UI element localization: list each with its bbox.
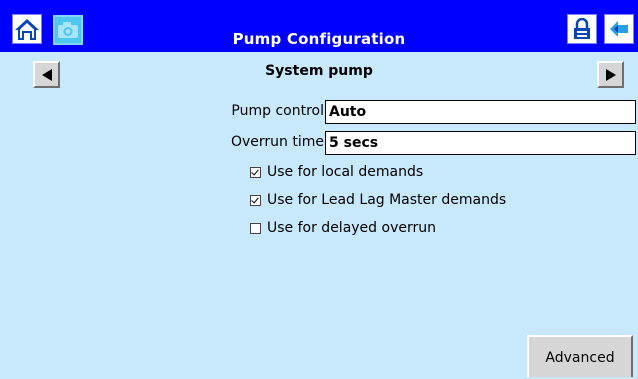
- back-button[interactable]: [604, 14, 634, 44]
- lead-lag-option[interactable]: Use for Lead Lag Master demands: [250, 192, 506, 208]
- delayed-overrun-label: Use for delayed overrun: [267, 220, 436, 236]
- pump-control-label: Pump control: [231, 103, 324, 119]
- section-title: System pump: [265, 63, 373, 79]
- local-demands-checkbox[interactable]: [250, 166, 261, 178]
- lead-lag-label: Use for Lead Lag Master demands: [267, 192, 507, 208]
- overrun-time-label: Overrun time: [230, 134, 324, 150]
- delayed-overrun-option[interactable]: Use for delayed overrun: [250, 220, 436, 236]
- next-button[interactable]: [597, 61, 624, 88]
- local-demands-option[interactable]: Use for local demands: [250, 164, 423, 180]
- pump-control-field[interactable]: Auto: [325, 100, 636, 124]
- right-arrow-icon: [605, 68, 616, 81]
- delayed-overrun-checkbox[interactable]: [250, 222, 261, 234]
- lock-button[interactable]: [567, 14, 597, 44]
- page-title: Pump Configuration: [232, 30, 406, 48]
- back-arrow-icon: [610, 21, 628, 37]
- overrun-time-field[interactable]: 5 secs: [325, 131, 636, 155]
- lock-icon: [574, 18, 590, 39]
- advanced-button[interactable]: Advanced: [527, 335, 633, 377]
- lead-lag-checkbox[interactable]: [250, 194, 261, 206]
- local-demands-label: Use for local demands: [267, 164, 424, 180]
